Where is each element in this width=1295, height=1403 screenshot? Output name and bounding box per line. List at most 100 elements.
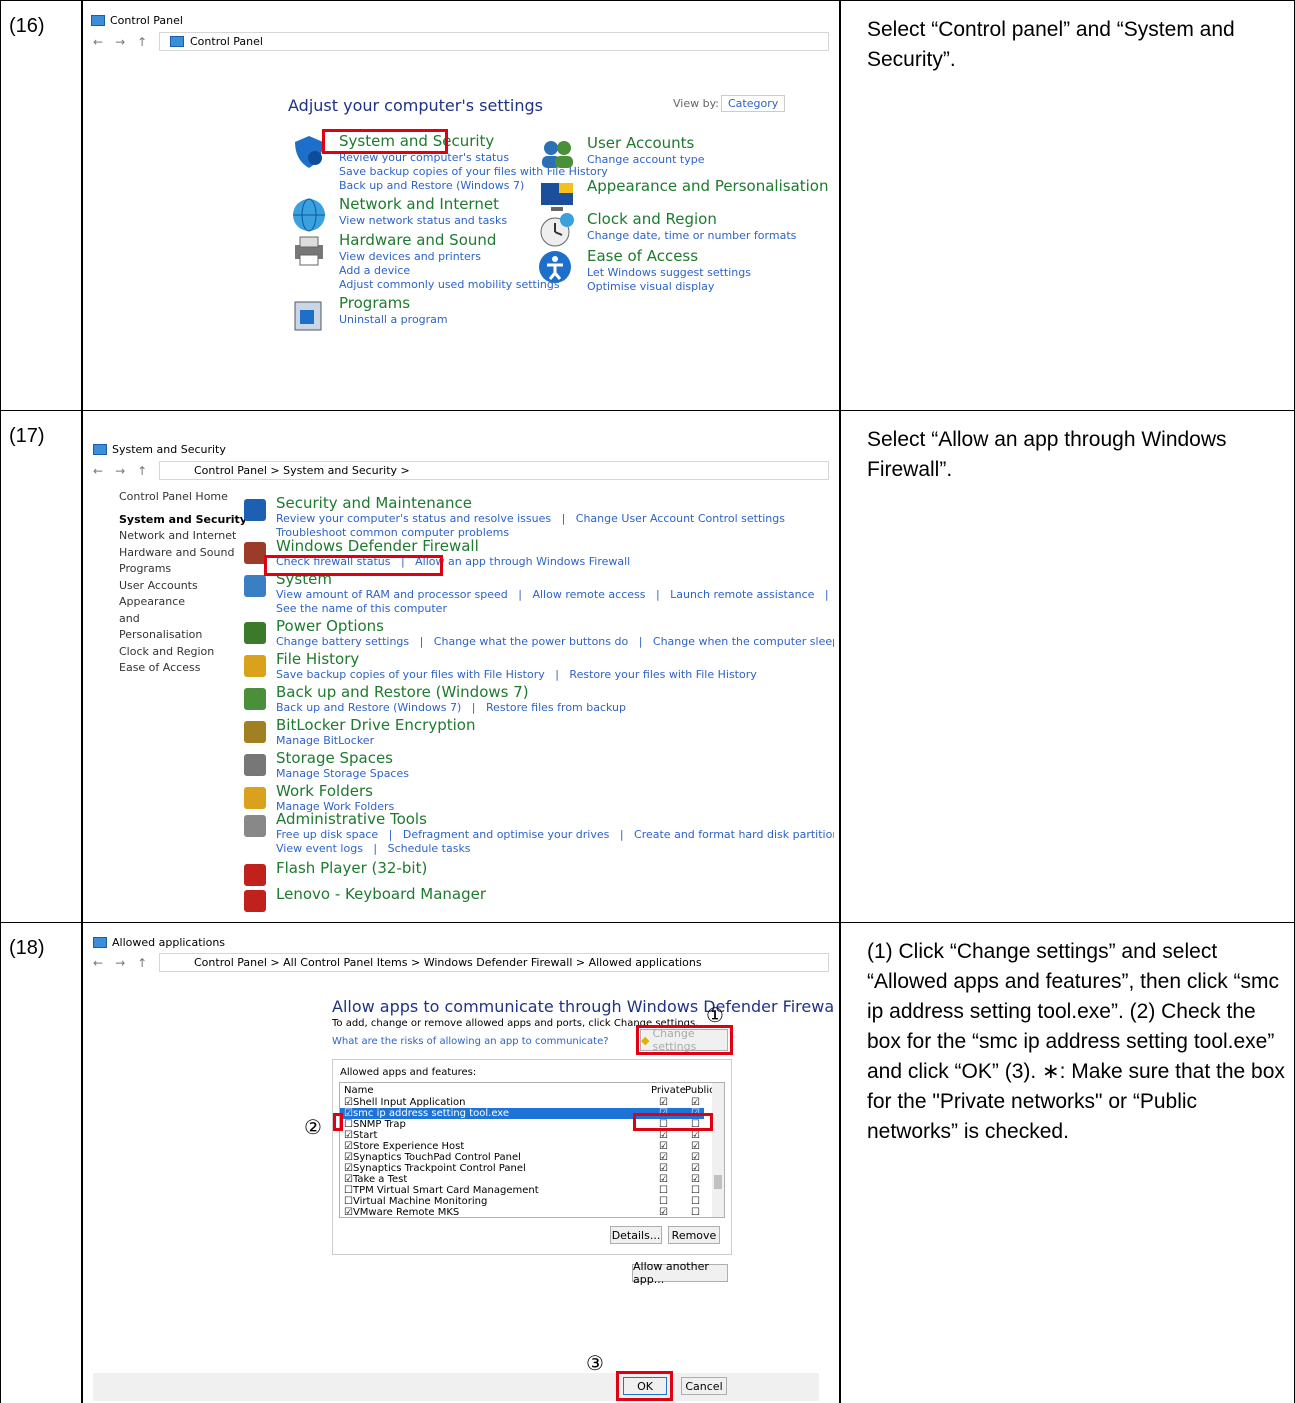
section-title[interactable]: Flash Player (32-bit) — [276, 860, 427, 877]
public-checkbox[interactable]: ☐ — [691, 1185, 700, 1196]
nav-buttons[interactable]: ← → ↑ — [93, 464, 147, 478]
remove-button[interactable]: Remove — [668, 1226, 720, 1244]
back-icon[interactable]: ← — [93, 956, 103, 970]
section-title[interactable]: Administrative Tools — [276, 811, 834, 828]
list-scrollbar[interactable] — [712, 1083, 724, 1217]
private-checkbox[interactable]: ☑ — [659, 1130, 668, 1141]
view-by-dropdown[interactable]: Category — [721, 95, 786, 112]
app-row[interactable]: ☐Virtual Machine Monitoring ☐ ☐ — [340, 1196, 704, 1207]
forward-icon[interactable]: → — [115, 35, 125, 49]
private-checkbox[interactable]: ☑ — [659, 1152, 668, 1163]
section-title[interactable]: Storage Spaces — [276, 750, 409, 767]
public-checkbox[interactable]: ☑ — [691, 1152, 700, 1163]
app-row[interactable]: ☑Synaptics TouchPad Control Panel ☑ ☑ — [340, 1152, 704, 1163]
forward-icon[interactable]: → — [115, 464, 125, 478]
public-checkbox[interactable]: ☑ — [691, 1130, 700, 1141]
section-links[interactable]: View amount of RAM and processor speed |… — [276, 588, 829, 602]
section-title[interactable]: Lenovo - Keyboard Manager — [276, 886, 486, 903]
section-item[interactable]: Security and Maintenance Review your comp… — [244, 495, 785, 540]
marker-2: ② — [304, 1115, 322, 1139]
category-user-accounts[interactable]: User Accounts Change account type — [537, 134, 705, 174]
section-links[interactable]: See the name of this computer — [276, 602, 829, 616]
app-row[interactable]: ☐TPM Virtual Smart Card Management ☐ ☐ — [340, 1185, 704, 1196]
scroll-thumb[interactable] — [714, 1175, 722, 1189]
highlight-system-security — [322, 129, 448, 154]
details-button[interactable]: Details... — [610, 1226, 662, 1244]
step-number: (16) — [9, 15, 45, 37]
up-icon[interactable]: ↑ — [137, 35, 147, 49]
section-links[interactable]: Back up and Restore (Windows 7) | Restor… — [276, 701, 626, 715]
category-hardware[interactable]: Hardware and Sound View devices and print… — [289, 231, 560, 292]
app-row[interactable]: ☑Take a Test ☑ ☑ — [340, 1174, 704, 1185]
private-checkbox[interactable]: ☑ — [659, 1163, 668, 1174]
app-name: ☑VMware Remote MKS — [344, 1207, 460, 1218]
section-title[interactable]: Windows Defender Firewall — [276, 538, 630, 555]
public-checkbox[interactable]: ☐ — [691, 1196, 700, 1207]
section-links[interactable]: View event logs | Schedule tasks — [276, 842, 834, 856]
private-checkbox[interactable]: ☑ — [659, 1174, 668, 1185]
public-checkbox[interactable]: ☑ — [691, 1174, 700, 1185]
up-icon[interactable]: ↑ — [137, 956, 147, 970]
firewall-icon — [93, 937, 107, 948]
section-item[interactable]: Back up and Restore (Windows 7) Back up a… — [244, 684, 626, 715]
app-name: ☑Synaptics Trackpoint Control Panel — [344, 1163, 526, 1174]
nav-buttons[interactable]: ← → ↑ — [93, 956, 147, 970]
category-network[interactable]: Network and Internet View network status … — [289, 195, 507, 235]
public-checkbox[interactable]: ☑ — [691, 1097, 700, 1108]
section-item[interactable]: BitLocker Drive Encryption Manage BitLock… — [244, 717, 475, 748]
address-bar[interactable]: Control Panel — [159, 32, 829, 51]
section-item[interactable]: File History Save backup copies of your f… — [244, 651, 757, 682]
app-row[interactable]: ☑Synaptics Trackpoint Control Panel ☑ ☑ — [340, 1163, 704, 1174]
forward-icon[interactable]: → — [115, 956, 125, 970]
category-programs[interactable]: Programs Uninstall a program — [289, 294, 448, 334]
category-clock-region[interactable]: Clock and Region Change date, time or num… — [537, 210, 796, 250]
section-title[interactable]: Power Options — [276, 618, 834, 635]
category-ease-of-access[interactable]: Ease of Access Let Windows suggest settin… — [537, 247, 751, 294]
section-item[interactable]: Administrative Tools Free up disk space |… — [244, 811, 834, 856]
section-title[interactable]: Security and Maintenance — [276, 495, 785, 512]
app-row[interactable]: ☑Start ☑ ☑ — [340, 1130, 704, 1141]
section-item[interactable]: Lenovo - Keyboard Manager — [244, 886, 486, 912]
section-links[interactable]: Manage Storage Spaces — [276, 767, 409, 781]
back-icon[interactable]: ← — [93, 464, 103, 478]
app-row[interactable]: ☑Store Experience Host ☑ ☑ — [340, 1141, 704, 1152]
section-links[interactable]: Save backup copies of your files with Fi… — [276, 668, 757, 682]
section-links[interactable]: Review your computer's status and resolv… — [276, 512, 785, 526]
private-checkbox[interactable]: ☑ — [659, 1097, 668, 1108]
public-checkbox[interactable]: ☑ — [691, 1163, 700, 1174]
nav-buttons[interactable]: ← → ↑ — [93, 35, 147, 49]
section-item[interactable]: Power Options Change battery settings | C… — [244, 618, 834, 649]
public-checkbox[interactable]: ☑ — [691, 1141, 700, 1152]
section-links[interactable]: Manage BitLocker — [276, 734, 475, 748]
address-bar[interactable]: Control Panel > System and Security > — [159, 461, 829, 480]
window-title: System and Security — [93, 443, 226, 456]
apps-list[interactable]: Name Private Public ☑Shell Input Applicati… — [339, 1082, 725, 1218]
private-checkbox[interactable]: ☑ — [659, 1207, 668, 1218]
section-title[interactable]: BitLocker Drive Encryption — [276, 717, 475, 734]
system-security-screenshot: System and Security ← → ↑ Control Panel > … — [89, 411, 834, 919]
cancel-button[interactable]: Cancel — [681, 1377, 727, 1395]
printer-icon — [289, 231, 331, 271]
private-checkbox[interactable]: ☐ — [659, 1196, 668, 1207]
risks-link[interactable]: What are the risks of allowing an app to… — [332, 1036, 609, 1047]
allow-another-app-button[interactable]: Allow another app... — [632, 1260, 728, 1286]
private-checkbox[interactable]: ☐ — [659, 1185, 668, 1196]
step-row-18: (18) (1) Click “Change settings” and sel… — [1, 922, 1295, 1403]
app-row[interactable]: ☑VMware Remote MKS ☑ ☐ — [340, 1207, 704, 1218]
app-name: ☑Shell Input Application — [344, 1097, 466, 1108]
section-icon — [244, 688, 266, 710]
private-checkbox[interactable]: ☑ — [659, 1141, 668, 1152]
section-item[interactable]: Flash Player (32-bit) — [244, 860, 427, 886]
app-row[interactable]: ☑Shell Input Application ☑ ☑ — [340, 1097, 704, 1108]
section-links[interactable]: Change battery settings | Change what th… — [276, 635, 834, 649]
section-item[interactable]: Storage Spaces Manage Storage Spaces — [244, 750, 409, 781]
public-checkbox[interactable]: ☐ — [691, 1207, 700, 1218]
up-icon[interactable]: ↑ — [137, 464, 147, 478]
section-title[interactable]: Work Folders — [276, 783, 394, 800]
address-bar[interactable]: Control Panel > All Control Panel Items … — [159, 953, 829, 972]
section-item[interactable]: System View amount of RAM and processor s… — [244, 571, 829, 616]
section-title[interactable]: File History — [276, 651, 757, 668]
back-icon[interactable]: ← — [93, 35, 103, 49]
section-links[interactable]: Free up disk space | Defragment and opti… — [276, 828, 834, 842]
section-title[interactable]: Back up and Restore (Windows 7) — [276, 684, 626, 701]
